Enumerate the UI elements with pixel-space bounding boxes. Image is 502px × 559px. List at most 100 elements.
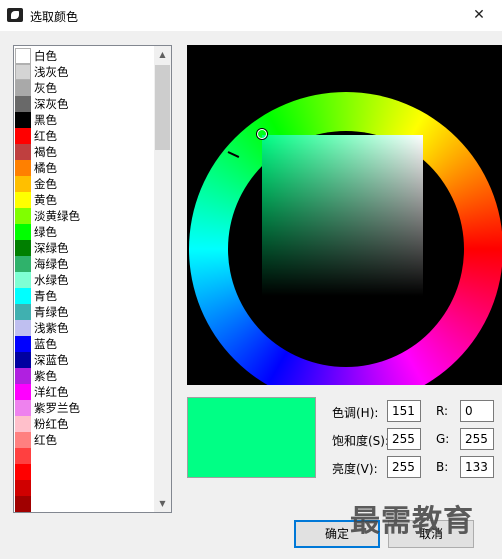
color-swatch: [15, 272, 31, 288]
color-list-item[interactable]: [15, 464, 155, 480]
color-name: 白色: [34, 49, 57, 63]
color-name: 海绿色: [34, 257, 69, 271]
saturation-value-square[interactable]: [262, 135, 423, 296]
color-swatch: [15, 496, 31, 512]
color-list-item[interactable]: 青色: [15, 288, 155, 304]
color-list-item[interactable]: 褐色: [15, 144, 155, 160]
color-name: 黑色: [34, 113, 57, 127]
color-list-item[interactable]: 深绿色: [15, 240, 155, 256]
blue-input[interactable]: 133: [460, 456, 494, 478]
color-list-item[interactable]: 深蓝色: [15, 352, 155, 368]
value-input[interactable]: 255: [387, 456, 421, 478]
color-list-item[interactable]: 粉红色: [15, 416, 155, 432]
color-swatch: [15, 112, 31, 128]
color-list-item[interactable]: 淡黄绿色: [15, 208, 155, 224]
saturation-input[interactable]: 255: [387, 428, 421, 450]
color-list-item[interactable]: [15, 512, 155, 513]
color-swatch: [15, 208, 31, 224]
color-name: 深蓝色: [34, 353, 69, 367]
color-picker-area[interactable]: [187, 45, 502, 385]
color-name: 红色: [34, 433, 57, 447]
scroll-thumb[interactable]: [155, 65, 170, 150]
color-name: 紫罗兰色: [34, 401, 80, 415]
color-swatch: [15, 288, 31, 304]
color-swatch: [15, 320, 31, 336]
color-list-item[interactable]: 蓝色: [15, 336, 155, 352]
color-name: 青绿色: [34, 305, 69, 319]
color-list-item[interactable]: 黄色: [15, 192, 155, 208]
green-label: G:: [436, 432, 450, 446]
blue-label: B:: [436, 460, 449, 474]
color-swatch: [15, 224, 31, 240]
color-list-items: 白色 浅灰色 灰色 深灰色 黑色 红色 褐色 橘色 金色 黄色 淡黄绿色 绿色 深绿色 海绿色 水绿色 青色青…: [15, 48, 155, 513]
color-name: 水绿色: [34, 273, 69, 287]
color-list[interactable]: 白色 浅灰色 灰色 深灰色 黑色 红色 褐色 橘色 金色 黄色 淡黄绿色 绿色 深绿色 海绿色 水绿色 青色青…: [13, 45, 172, 513]
red-input[interactable]: 0: [460, 400, 494, 422]
color-swatch: [15, 144, 31, 160]
saturation-label: 饱和度(S):: [332, 434, 390, 448]
color-swatch: [15, 304, 31, 320]
hue-input[interactable]: 151: [387, 400, 421, 422]
color-list-item[interactable]: 紫色: [15, 368, 155, 384]
watermark: 最需教育: [350, 504, 474, 539]
color-swatch: [15, 176, 31, 192]
color-list-item[interactable]: [15, 480, 155, 496]
color-list-item[interactable]: 白色: [15, 48, 155, 64]
color-name: 淡黄绿色: [34, 209, 80, 223]
color-list-item[interactable]: 青绿色: [15, 304, 155, 320]
list-scrollbar[interactable]: ▲ ▼: [154, 46, 171, 512]
color-swatch: [15, 256, 31, 272]
color-list-item[interactable]: [15, 496, 155, 512]
color-name: 青色: [34, 289, 57, 303]
color-list-item[interactable]: 红色: [15, 432, 155, 448]
scroll-down-button[interactable]: ▼: [154, 495, 171, 512]
color-name: 紫色: [34, 369, 57, 383]
color-swatch: [15, 368, 31, 384]
color-list-item[interactable]: 浅灰色: [15, 64, 155, 80]
color-name: 金色: [34, 177, 57, 191]
color-list-item[interactable]: 水绿色: [15, 272, 155, 288]
color-list-item[interactable]: [15, 448, 155, 464]
hue-label: 色调(H):: [332, 406, 379, 420]
close-button[interactable]: ✕: [456, 0, 502, 31]
color-name: 粉红色: [34, 417, 69, 431]
color-swatch: [15, 416, 31, 432]
color-name: 橘色: [34, 161, 57, 175]
title-bar: 选取颜色 ✕: [0, 0, 502, 31]
color-list-item[interactable]: 灰色: [15, 80, 155, 96]
color-name: 绿色: [34, 225, 57, 239]
color-list-item[interactable]: 深灰色: [15, 96, 155, 112]
color-list-item[interactable]: 红色: [15, 128, 155, 144]
color-swatch: [15, 448, 31, 464]
color-swatch: [15, 240, 31, 256]
color-swatch: [15, 336, 31, 352]
color-name: 洋红色: [34, 385, 69, 399]
color-swatch: [15, 464, 31, 480]
color-list-item[interactable]: 绿色: [15, 224, 155, 240]
color-swatch: [15, 384, 31, 400]
sv-cursor[interactable]: [257, 129, 267, 139]
color-name: 深绿色: [34, 241, 69, 255]
color-swatch: [15, 64, 31, 80]
color-list-item[interactable]: 海绿色: [15, 256, 155, 272]
color-list-item[interactable]: 橘色: [15, 160, 155, 176]
color-preview: [187, 397, 316, 478]
color-swatch: [15, 128, 31, 144]
color-name: 浅灰色: [34, 65, 69, 79]
green-input[interactable]: 255: [460, 428, 494, 450]
color-list-item[interactable]: 紫罗兰色: [15, 400, 155, 416]
color-swatch: [15, 96, 31, 112]
color-swatch: [15, 400, 31, 416]
scroll-up-button[interactable]: ▲: [154, 46, 171, 63]
color-swatch: [15, 80, 31, 96]
color-list-item[interactable]: 金色: [15, 176, 155, 192]
color-name: 褐色: [34, 145, 57, 159]
color-swatch: [15, 48, 31, 64]
color-list-item[interactable]: 洋红色: [15, 384, 155, 400]
color-list-item[interactable]: 黑色: [15, 112, 155, 128]
color-name: 深灰色: [34, 97, 69, 111]
value-label: 亮度(V):: [332, 462, 378, 476]
color-swatch: [15, 512, 31, 513]
color-list-item[interactable]: 浅紫色: [15, 320, 155, 336]
color-swatch: [15, 432, 31, 448]
